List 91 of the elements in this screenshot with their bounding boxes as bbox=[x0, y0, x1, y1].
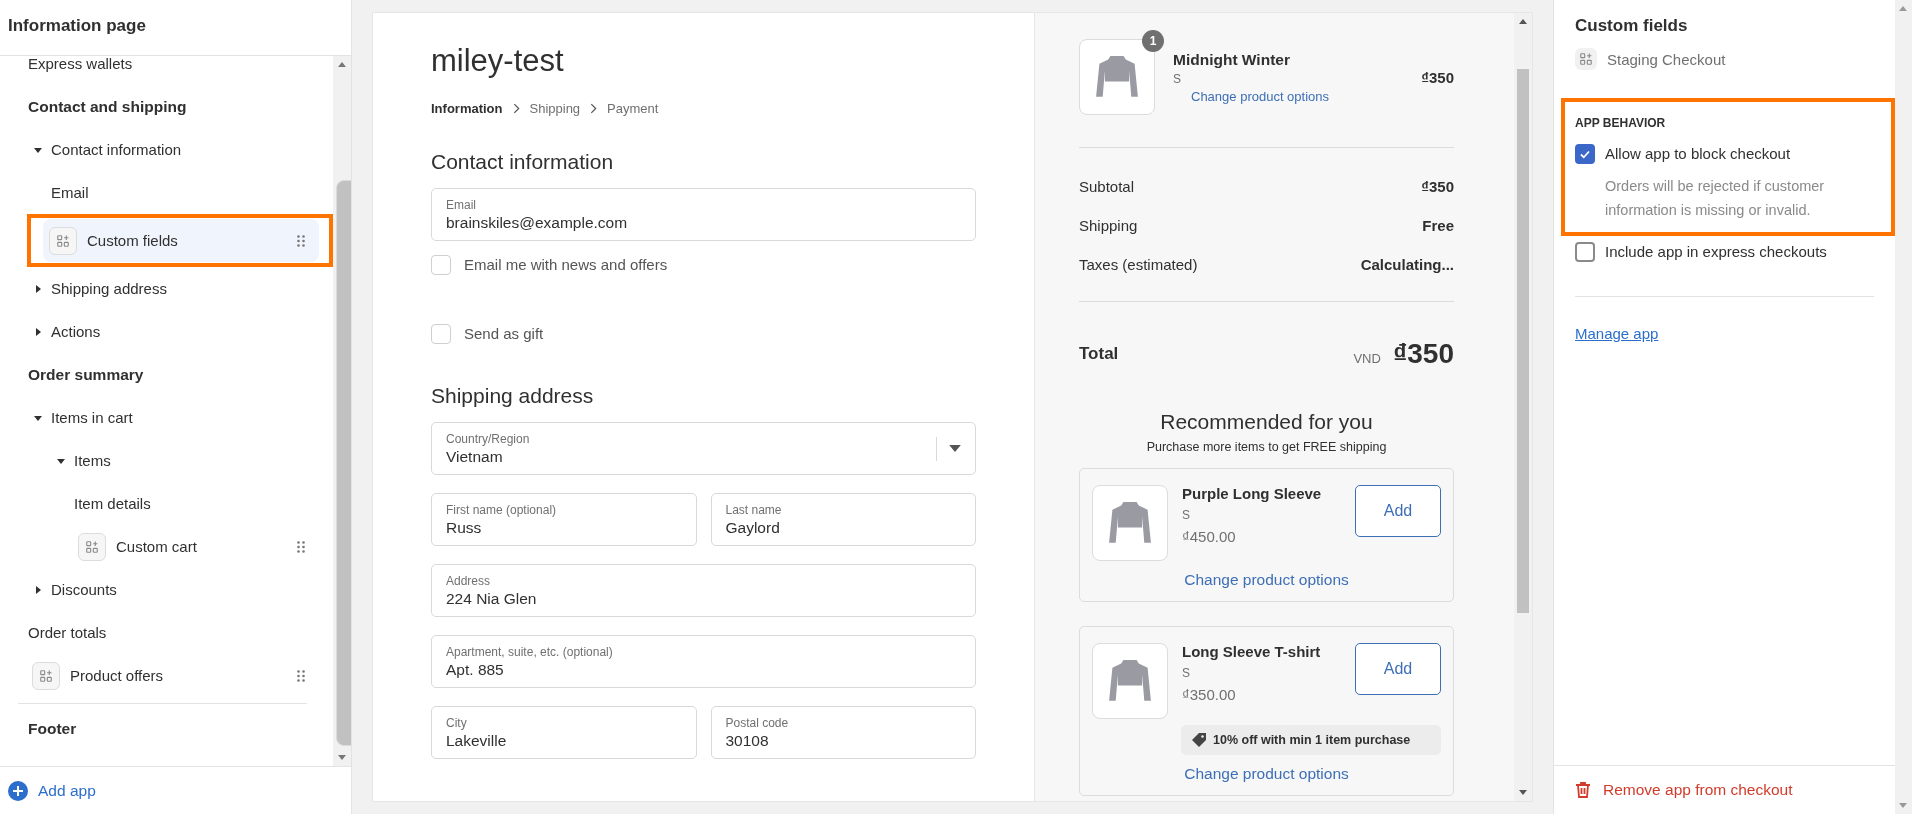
drag-handle-icon[interactable] bbox=[297, 669, 305, 682]
text-field[interactable]: City Lakeville bbox=[431, 706, 697, 759]
breadcrumb-link[interactable]: Payment bbox=[607, 101, 659, 116]
product-price: ₫350.00 bbox=[1182, 686, 1237, 703]
quantity-badge: 1 bbox=[1142, 30, 1164, 52]
text-field[interactable]: Address 224 Nia Glen bbox=[431, 564, 976, 617]
check-icon bbox=[1579, 148, 1591, 160]
tree-item[interactable]: Contact information bbox=[33, 128, 319, 171]
caret-icon bbox=[33, 326, 43, 337]
text-field[interactable]: First name (optional) Russ bbox=[431, 493, 697, 546]
store-name: miley-test bbox=[431, 43, 565, 79]
plus-circle-icon bbox=[8, 780, 28, 801]
tree-item[interactable]: Item details bbox=[74, 495, 151, 512]
summary-value: Calculating... bbox=[1360, 256, 1454, 273]
panel-title: Custom fields bbox=[1575, 16, 1689, 36]
summary-label: Shipping bbox=[1079, 217, 1138, 234]
product-variant: S bbox=[1182, 508, 1191, 522]
checkbox-label: Email me with news and offers bbox=[464, 255, 668, 275]
checkbox-label: Include app in express checkouts bbox=[1605, 242, 1827, 262]
tree-item[interactable]: Email bbox=[51, 184, 89, 201]
summary-value: Free bbox=[1422, 217, 1454, 234]
tree-item[interactable]: Shipping address bbox=[33, 267, 319, 310]
app-block-item[interactable]: Custom fields bbox=[43, 219, 319, 262]
recommended-heading: Recommended for you bbox=[1159, 410, 1374, 434]
summary-label: Taxes (estimated) bbox=[1079, 256, 1198, 273]
section-heading: Contact information bbox=[431, 150, 615, 174]
product-variant: S bbox=[1182, 666, 1191, 680]
tag-icon bbox=[1191, 732, 1207, 748]
section-heading: Footer bbox=[18, 703, 307, 754]
section-heading: Shipping address bbox=[431, 384, 595, 408]
app-icon bbox=[56, 233, 70, 248]
scrollbar[interactable] bbox=[1895, 0, 1912, 814]
caret-icon bbox=[33, 584, 43, 595]
drag-handle-icon[interactable] bbox=[297, 540, 305, 553]
product-name: Midnight Winter bbox=[1173, 50, 1291, 69]
product-name: Purple Long Sleeve bbox=[1182, 485, 1323, 502]
app-block-item[interactable]: Product offers bbox=[26, 654, 319, 697]
product-price: ₫350 bbox=[1421, 68, 1454, 86]
summary-label: Subtotal bbox=[1079, 178, 1135, 195]
product-price: ₫450.00 bbox=[1182, 528, 1237, 545]
caret-icon bbox=[33, 283, 43, 294]
chevron-right-icon bbox=[512, 103, 520, 114]
change-options-link[interactable]: Change product options bbox=[1092, 765, 1441, 783]
app-icon bbox=[85, 539, 99, 554]
chevron-right-icon bbox=[590, 103, 598, 114]
app-icon bbox=[39, 668, 53, 683]
recommended-subheading: Purchase more items to get FREE shipping bbox=[1145, 440, 1388, 454]
checkbox-label: Send as gift bbox=[464, 324, 544, 344]
scrollbar[interactable] bbox=[333, 56, 351, 766]
breadcrumb-link[interactable]: Shipping bbox=[529, 101, 581, 116]
section-heading: Order summary bbox=[28, 364, 145, 385]
change-options-link[interactable]: Change product options bbox=[1092, 571, 1441, 589]
total-label: Total bbox=[1079, 344, 1119, 364]
option-description: Orders will be rejected if customer information is missing or invalid. bbox=[1605, 177, 1826, 220]
remove-app-button[interactable]: Remove app from checkout bbox=[1554, 765, 1895, 814]
trash-icon bbox=[1575, 782, 1591, 798]
product-variant: S bbox=[1173, 71, 1182, 86]
breadcrumb-link[interactable]: Information bbox=[431, 101, 503, 116]
text-field[interactable]: Apartment, suite, etc. (optional) Apt. 885 bbox=[431, 635, 976, 688]
tree-item[interactable]: Discounts bbox=[33, 568, 319, 611]
tree-item[interactable]: Items in cart bbox=[33, 396, 319, 439]
tree-item[interactable]: Order totals bbox=[28, 624, 107, 641]
app-icon bbox=[1579, 52, 1593, 66]
summary-value: ₫350 bbox=[1421, 178, 1454, 195]
checkbox-label: Allow app to block checkout bbox=[1605, 144, 1791, 164]
currency-code: VND bbox=[1353, 351, 1381, 366]
checkbox[interactable] bbox=[1575, 242, 1595, 262]
change-options-link[interactable]: Change product options bbox=[1191, 88, 1404, 104]
scrollbar[interactable] bbox=[1514, 13, 1532, 801]
add-button[interactable]: Add bbox=[1355, 643, 1441, 695]
dropdown-caret-icon bbox=[949, 445, 961, 452]
tree-item[interactable]: Actions bbox=[33, 310, 319, 353]
total-value: ₫350 bbox=[1392, 338, 1454, 370]
app-block-item[interactable]: Custom cart bbox=[72, 525, 319, 568]
checkbox[interactable] bbox=[1575, 144, 1595, 164]
section-label: APP BEHAVIOR bbox=[1575, 116, 1667, 130]
text-field[interactable]: Last name Gaylord bbox=[710, 493, 976, 546]
tree-item[interactable]: Items bbox=[56, 439, 319, 482]
select-field[interactable]: Country/Region Vietnam bbox=[431, 422, 976, 475]
sidebar-title: Information page bbox=[0, 0, 351, 56]
tree-item[interactable]: Express wallets bbox=[28, 56, 133, 72]
drag-handle-icon[interactable] bbox=[297, 234, 305, 247]
discount-tag: 10% off with min 1 item purchase bbox=[1181, 725, 1441, 755]
text-field[interactable]: Postal code 30108 bbox=[710, 706, 976, 759]
add-button[interactable]: Add bbox=[1355, 485, 1441, 537]
text-field[interactable]: Email brainskiles@example.com bbox=[431, 188, 976, 241]
app-name: Staging Checkout bbox=[1607, 50, 1726, 68]
manage-app-link[interactable]: Manage app bbox=[1575, 325, 1659, 342]
product-name: Long Sleeve T-shirt bbox=[1182, 643, 1322, 660]
add-app-button[interactable]: Add app bbox=[0, 766, 351, 814]
section-heading: Contact and shipping bbox=[28, 96, 188, 117]
